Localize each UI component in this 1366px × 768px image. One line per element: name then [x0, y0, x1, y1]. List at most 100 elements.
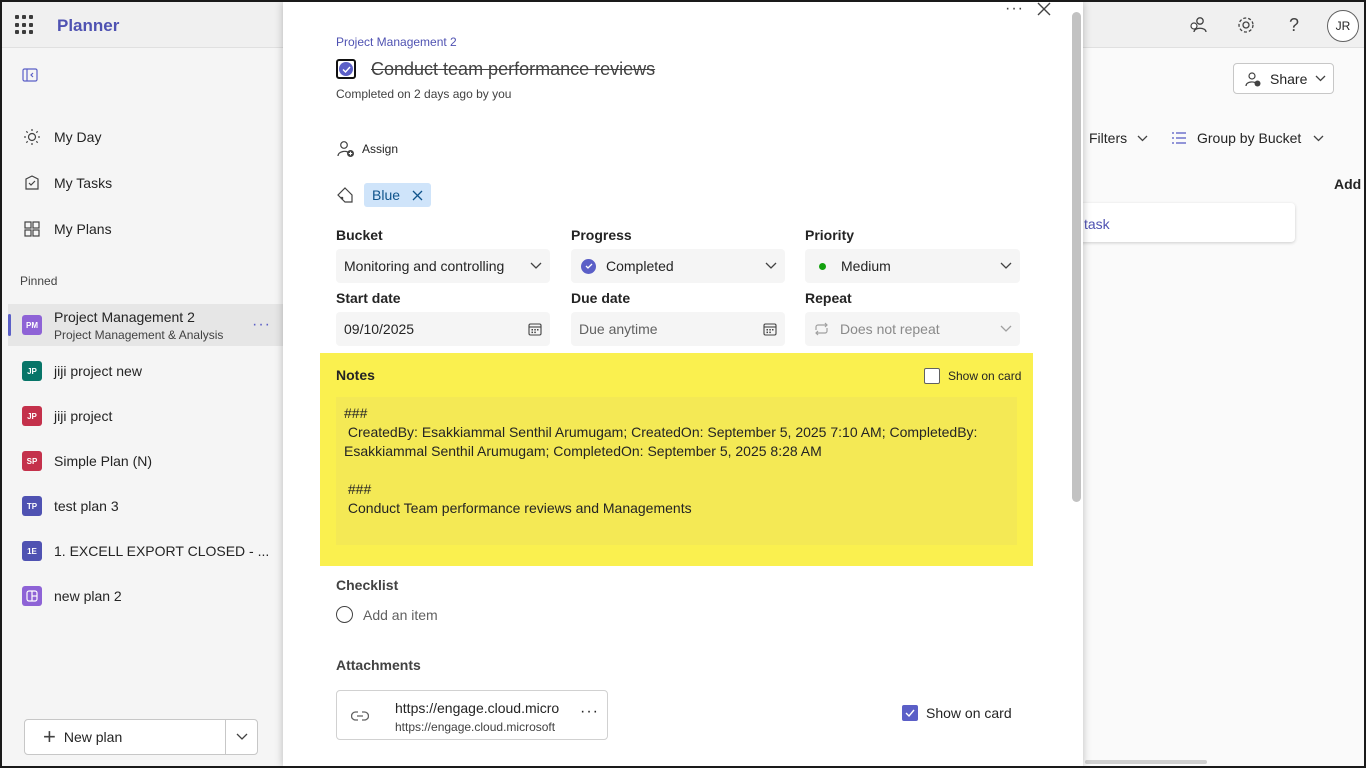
progress-dropdown[interactable]: Completed: [571, 249, 785, 283]
list-icon: [1171, 131, 1187, 145]
add-task-link[interactable]: task: [1084, 216, 1110, 232]
assign-button[interactable]: Assign: [336, 139, 398, 159]
priority-dropdown[interactable]: Medium: [805, 249, 1020, 283]
more-options-icon[interactable]: ···: [252, 316, 271, 334]
label-chip-text: Blue: [372, 187, 401, 203]
assign-label: Assign: [362, 142, 399, 156]
attachment-card[interactable]: https://engage.cloud.microsoft https://e…: [336, 690, 608, 740]
task-title[interactable]: Conduct team performance reviews: [371, 59, 655, 80]
notes-show-on-card[interactable]: Show on card: [924, 368, 1021, 384]
label-chip-blue[interactable]: Blue: [364, 183, 432, 207]
attachment-show-on-card[interactable]: Show on card: [902, 705, 1012, 721]
due-date-placeholder: Due anytime: [579, 321, 658, 337]
plan-badge: 1E: [22, 541, 42, 561]
close-icon[interactable]: [1037, 2, 1053, 18]
group-by-button[interactable]: Group by Bucket: [1171, 130, 1324, 146]
chevron-down-icon: [765, 262, 777, 270]
notes-section: Notes Show on card ### CreatedBy: Esakki…: [320, 353, 1033, 566]
plan-sublabel: Project Management & Analysis: [54, 327, 224, 342]
help-icon[interactable]: ?: [1282, 13, 1306, 37]
plan-badge: PM: [22, 315, 42, 335]
notes-textarea[interactable]: ### CreatedBy: Esakkiammal Senthil Arumu…: [336, 397, 1017, 545]
start-date-label: Start date: [336, 290, 401, 306]
share-label: Share: [1270, 70, 1308, 87]
labels-row: Blue: [336, 183, 432, 207]
show-on-card-checkbox-checked[interactable]: [902, 705, 918, 721]
gear-icon[interactable]: [1234, 13, 1258, 37]
avatar[interactable]: JR: [1327, 10, 1359, 42]
plus-icon: +: [43, 724, 56, 749]
new-plan-button[interactable]: + New plan: [25, 720, 226, 754]
repeat-dropdown[interactable]: Does not repeat: [805, 312, 1020, 346]
chevron-down-icon: [1315, 75, 1326, 82]
more-options-icon[interactable]: ···: [1005, 2, 1024, 18]
plan-label: 1. EXCELL EXPORT CLOSED - ...: [54, 543, 270, 559]
progress-value: Completed: [606, 258, 674, 274]
remove-label-icon[interactable]: [412, 190, 423, 201]
nav-label: My Plans: [54, 221, 112, 237]
filters-label: Filters: [1089, 130, 1128, 146]
checklist-label: Checklist: [336, 577, 399, 593]
repeat-icon: [813, 322, 830, 336]
priority-label: Priority: [805, 227, 855, 243]
plan-label: jiji project: [54, 408, 113, 424]
plan-item[interactable]: SP Simple Plan (N): [8, 441, 283, 481]
tag-icon[interactable]: [336, 186, 354, 204]
chevron-down-icon: [1313, 135, 1324, 142]
filters-button[interactable]: Filters: [1089, 130, 1148, 146]
show-on-card-checkbox[interactable]: [924, 368, 940, 384]
task-details-dialog: ··· Project Management 2 Conduct team pe…: [283, 2, 1083, 766]
app-title[interactable]: Planner: [57, 16, 119, 36]
add-bucket-link[interactable]: Add: [1334, 176, 1361, 192]
chevron-down-icon: [1000, 262, 1012, 270]
plan-breadcrumb[interactable]: Project Management 2: [336, 35, 457, 49]
vertical-scrollbar[interactable]: [1072, 12, 1081, 502]
grid-icon: [22, 219, 42, 239]
calendar-icon[interactable]: [528, 322, 542, 336]
due-date-picker[interactable]: Due anytime: [571, 312, 785, 346]
calendar-icon[interactable]: [763, 322, 777, 336]
nav-label: My Tasks: [54, 175, 113, 191]
add-checklist-item[interactable]: Add an item: [336, 606, 438, 623]
share-button[interactable]: Share: [1233, 63, 1334, 94]
bucket-dropdown[interactable]: Monitoring and controlling: [336, 249, 550, 283]
start-date-value: 09/10/2025: [344, 321, 415, 337]
plan-item-project-management-2[interactable]: PM Project Management 2 Project Manageme…: [8, 304, 283, 346]
plan-item[interactable]: TP test plan 3: [8, 486, 283, 526]
chevron-down-icon: [530, 262, 542, 270]
priority-value: Medium: [841, 258, 891, 274]
board-background: [1083, 48, 1364, 766]
due-date-label: Due date: [571, 290, 631, 306]
notes-label: Notes: [336, 367, 375, 383]
completed-status-text: Completed on 2 days ago by you: [336, 87, 512, 101]
task-check-icon: [22, 173, 42, 193]
medium-priority-icon: [819, 262, 826, 270]
start-date-picker[interactable]: 09/10/2025: [336, 312, 550, 346]
people-settings-icon[interactable]: [1187, 13, 1211, 37]
complete-checkbox[interactable]: [336, 59, 356, 79]
bucket-label: Bucket: [336, 227, 383, 243]
app-launcher-icon[interactable]: [15, 15, 35, 35]
bucket-value: Monitoring and controlling: [344, 258, 505, 274]
plan-item[interactable]: JP jiji project new: [8, 351, 283, 391]
add-item-placeholder: Add an item: [363, 606, 438, 623]
attachment-title[interactable]: https://engage.cloud.microsoft: [395, 700, 559, 716]
plan-label: new plan 2: [54, 588, 122, 604]
plan-item[interactable]: new plan 2: [8, 576, 283, 616]
horizontal-scrollbar[interactable]: [1085, 760, 1207, 764]
chevron-down-icon: [1000, 325, 1012, 333]
collapse-nav-icon[interactable]: [22, 68, 40, 84]
share-person-icon: [1244, 70, 1262, 88]
more-options-icon[interactable]: ···: [580, 703, 599, 721]
nav-my-day[interactable]: My Day: [2, 119, 283, 155]
plan-item[interactable]: 1E 1. EXCELL EXPORT CLOSED - ...: [8, 531, 283, 571]
chevron-down-icon[interactable]: [226, 720, 257, 754]
plan-board-icon: [22, 586, 42, 606]
plan-label: Simple Plan (N): [54, 453, 153, 469]
repeat-value: Does not repeat: [840, 321, 940, 337]
attachments-label: Attachments: [336, 657, 421, 673]
nav-my-tasks[interactable]: My Tasks: [2, 165, 283, 201]
repeat-label: Repeat: [805, 290, 852, 306]
plan-item[interactable]: JP jiji project: [8, 396, 283, 436]
nav-my-plans[interactable]: My Plans: [2, 211, 283, 247]
